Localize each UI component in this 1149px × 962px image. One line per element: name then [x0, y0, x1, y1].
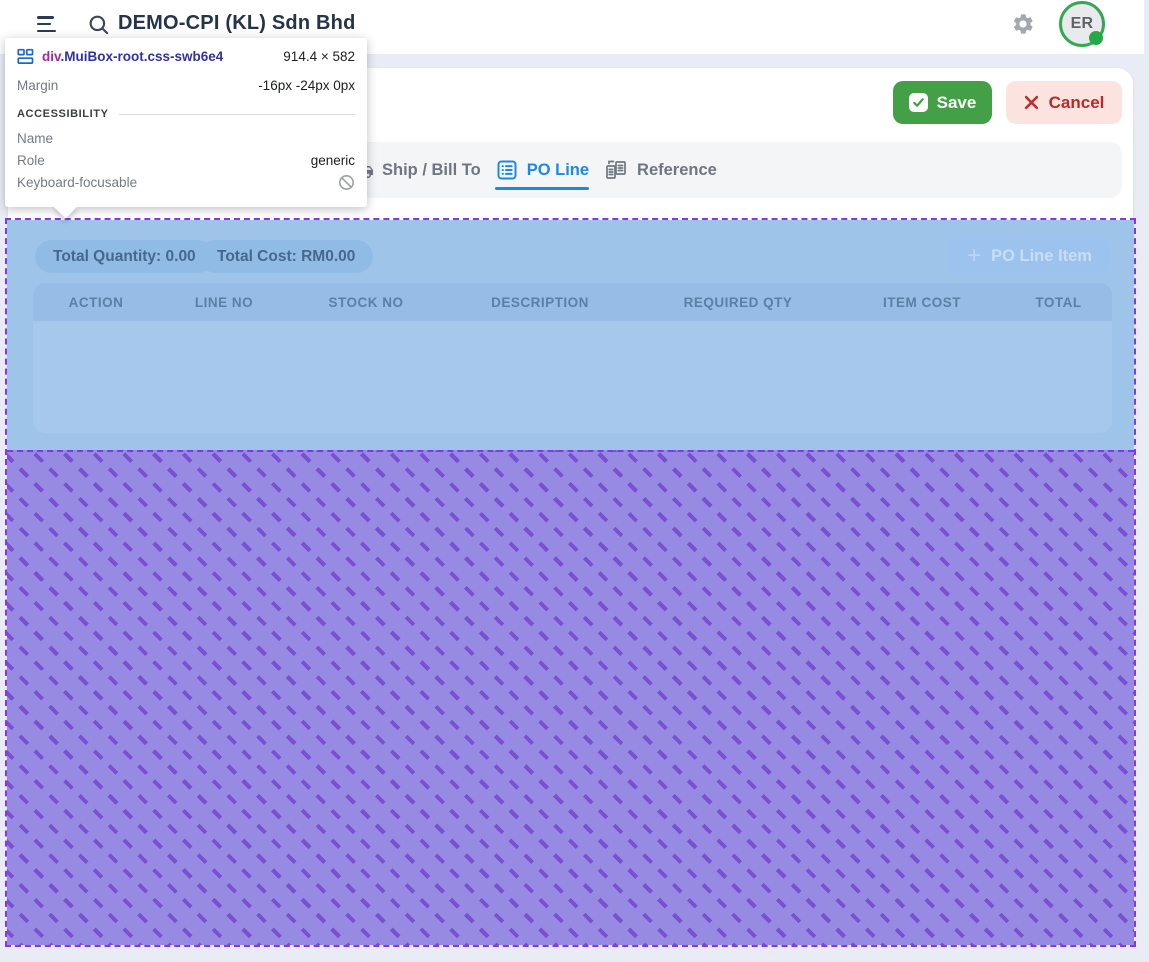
a11y-name-label: Name [17, 131, 53, 146]
tab-label: Ship / Bill To [382, 161, 481, 180]
column-header-required-qty: REQUIRED QTY [637, 295, 839, 310]
cancel-button-label: Cancel [1049, 93, 1105, 113]
a11y-role-label: Role [17, 153, 45, 168]
a11y-role-value: generic [311, 153, 355, 168]
total-cost-chip: Total Cost: RM0.00 [199, 240, 373, 273]
online-status-dot [1089, 31, 1103, 45]
total-quantity-chip: Total Quantity: 0.00 [35, 240, 214, 273]
po-line-table-header: ACTION LINE NO STOCK NO DESCRIPTION REQU… [33, 283, 1112, 321]
check-icon [909, 93, 928, 112]
devtools-content-highlight: Total Quantity: 0.00 Total Cost: RM0.00 … [7, 220, 1134, 450]
user-avatar[interactable]: ER [1059, 1, 1105, 47]
margin-value: -16px -24px 0px [258, 78, 355, 93]
not-focusable-icon [338, 174, 355, 191]
column-header-total: TOTAL [1005, 295, 1112, 310]
element-dimensions: 914.4 × 582 [283, 49, 355, 64]
column-header-description: DESCRIPTION [443, 295, 637, 310]
column-header-stock-no: STOCK NO [289, 295, 443, 310]
selector-tag: div [42, 49, 61, 64]
element-badge-icon [17, 48, 34, 65]
devtools-inspect-tooltip: div.MuiBox-root.css-swb6e4 914.4 × 582 M… [5, 38, 367, 207]
cancel-button[interactable]: Cancel [1006, 81, 1122, 124]
tab-reference[interactable]: Reference [603, 142, 717, 198]
save-button[interactable]: Save [893, 81, 992, 124]
section-divider [119, 114, 355, 115]
add-po-line-item-button[interactable]: + PO Line Item [949, 237, 1110, 276]
keyboard-focusable-label: Keyboard-focusable [17, 175, 137, 190]
inspected-element-selector: div.MuiBox-root.css-swb6e4 [42, 49, 223, 64]
tab-label: Reference [637, 161, 717, 180]
menu-icon[interactable] [37, 16, 57, 36]
tab-label: PO Line [527, 161, 589, 180]
add-po-line-item-label: PO Line Item [991, 247, 1092, 266]
column-header-line-no: LINE NO [159, 295, 289, 310]
selector-classes: .MuiBox-root.css-swb6e4 [61, 49, 224, 64]
devtools-margin-highlight [7, 450, 1134, 945]
list-icon [495, 158, 519, 182]
close-icon [1024, 95, 1039, 110]
reference-pages-icon [603, 158, 629, 182]
plus-icon: + [967, 244, 981, 268]
column-header-action: ACTION [33, 295, 159, 310]
column-header-item-cost: ITEM COST [839, 295, 1005, 310]
settings-gear-icon[interactable] [1011, 12, 1035, 36]
tab-po-line[interactable]: PO Line [495, 142, 589, 198]
po-line-table-body [33, 321, 1112, 433]
organization-title[interactable]: DEMO-CPI (KL) Sdn Bhd [118, 12, 356, 35]
search-icon[interactable] [86, 12, 112, 38]
accessibility-section-title: ACCESSIBILITY [17, 108, 109, 120]
tab-ship-bill-to[interactable]: Ship / Bill To [350, 142, 481, 198]
avatar-initials: ER [1071, 15, 1094, 33]
app-screen: DEMO-CPI (KL) Sdn Bhd ER Save Cancel [0, 0, 1149, 962]
po-line-table: ACTION LINE NO STOCK NO DESCRIPTION REQU… [33, 283, 1112, 433]
save-button-label: Save [937, 93, 977, 113]
devtools-highlight-overlay: Total Quantity: 0.00 Total Cost: RM0.00 … [5, 218, 1136, 947]
margin-label: Margin [17, 78, 58, 93]
